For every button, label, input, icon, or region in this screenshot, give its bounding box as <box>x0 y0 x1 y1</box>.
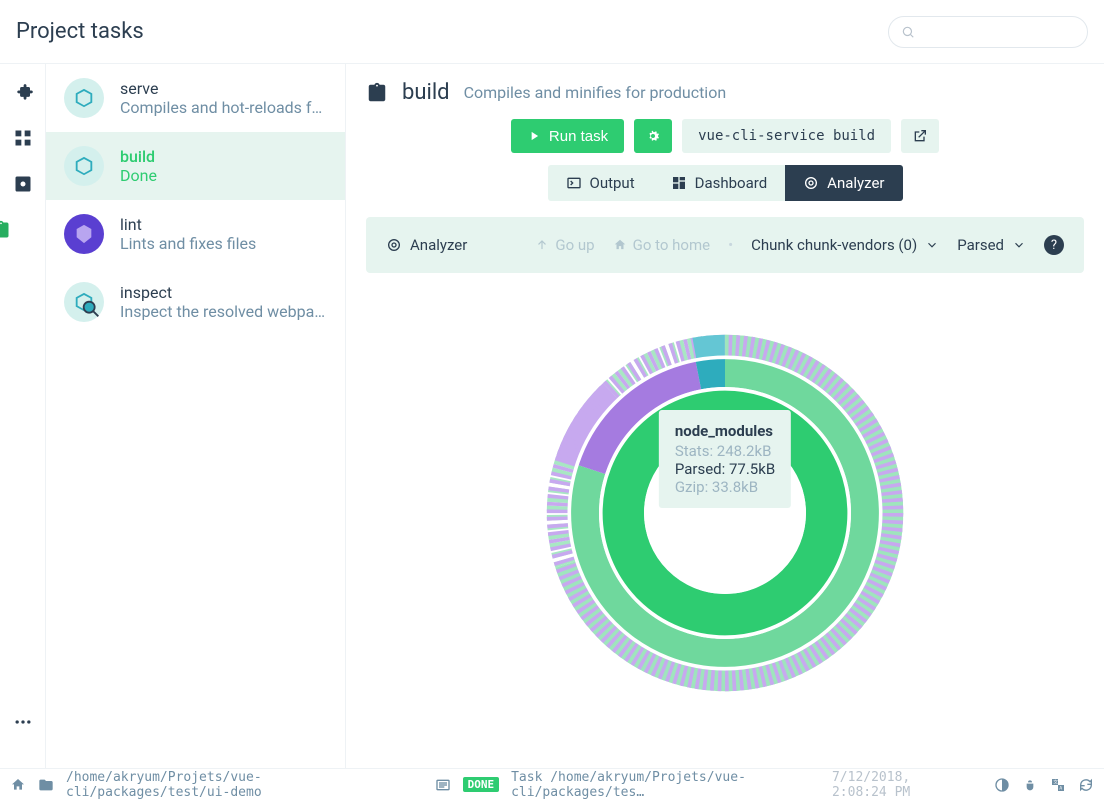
log-icon[interactable] <box>435 777 451 793</box>
timestamp: 7/12/2018, 2:08:24 PM <box>832 770 970 800</box>
task-message: Task /home/akryum/Projets/vue-cli/packag… <box>511 770 820 800</box>
tab-analyzer[interactable]: Analyzer <box>785 165 902 201</box>
command-display[interactable]: vue-cli-service build <box>682 119 891 153</box>
chevron-down-icon <box>925 238 939 252</box>
external-link-icon <box>912 128 928 144</box>
tab-output[interactable]: Output <box>548 165 653 201</box>
open-external-button[interactable] <box>901 119 939 153</box>
svg-text:A: A <box>1059 785 1062 791</box>
box-icon <box>64 146 104 186</box>
tooltip-gzip: Gzip: 33.8kB <box>675 478 775 496</box>
go-up-button[interactable]: Go up <box>535 236 594 254</box>
task-name: serve <box>120 79 327 98</box>
terminal-icon <box>566 175 582 191</box>
separator: • <box>728 236 733 254</box>
box-search-icon <box>64 282 104 322</box>
donut-icon <box>386 237 402 253</box>
tab-label: Analyzer <box>827 174 884 192</box>
task-desc: Inspect the resolved webpac… <box>120 302 327 321</box>
tab-label: Output <box>590 174 635 192</box>
analyzer-title: Analyzer <box>386 236 467 254</box>
task-inspect[interactable]: inspect Inspect the resolved webpac… <box>46 268 345 336</box>
gear-icon <box>645 128 661 144</box>
box-icon <box>64 78 104 118</box>
arrow-up-icon <box>535 238 549 252</box>
translate-icon[interactable]: 文A <box>1050 777 1066 793</box>
refresh-icon[interactable] <box>1078 777 1094 793</box>
home-icon <box>613 238 627 252</box>
play-icon <box>527 129 541 143</box>
tooltip-parsed: Parsed: 77.5kB <box>675 460 775 478</box>
tab-label: Dashboard <box>695 174 768 192</box>
task-lint[interactable]: lint Lints and fixes files <box>46 200 345 268</box>
settings-button[interactable] <box>634 119 672 153</box>
sunburst-chart[interactable] <box>545 333 905 693</box>
hexagon-icon <box>64 214 104 254</box>
task-desc: Compiles and hot-reloads fo… <box>120 98 327 117</box>
run-task-label: Run task <box>549 128 608 145</box>
status-badge: DONE <box>463 777 500 792</box>
run-task-button[interactable]: Run task <box>511 119 624 153</box>
chart-tooltip: node_modules Stats: 248.2kB Parsed: 77.5… <box>659 410 791 508</box>
task-name: build <box>120 147 157 166</box>
config-icon[interactable] <box>13 174 33 194</box>
tooltip-stats: Stats: 248.2kB <box>675 442 775 460</box>
home-icon[interactable] <box>10 777 26 793</box>
help-button[interactable]: ? <box>1044 235 1064 255</box>
plugins-icon[interactable] <box>13 82 33 102</box>
task-name: inspect <box>120 283 327 302</box>
bug-icon[interactable] <box>1022 777 1038 793</box>
contrast-icon[interactable] <box>994 777 1010 793</box>
tab-dashboard[interactable]: Dashboard <box>653 165 786 201</box>
chevron-down-icon <box>1012 238 1026 252</box>
page-title: Project tasks <box>16 19 888 44</box>
search-input[interactable] <box>888 16 1088 48</box>
clipboard-icon <box>366 82 388 104</box>
chunk-dropdown[interactable]: Chunk chunk-vendors (0) <box>751 236 939 254</box>
task-build[interactable]: build Done <box>46 132 345 200</box>
dashboard-icon <box>671 175 687 191</box>
go-home-button[interactable]: Go to home <box>613 236 710 254</box>
dependencies-icon[interactable] <box>13 128 33 148</box>
mode-dropdown[interactable]: Parsed <box>957 236 1026 254</box>
task-serve[interactable]: serve Compiles and hot-reloads fo… <box>46 64 345 132</box>
project-path: /home/akryum/Projets/vue-cli/packages/te… <box>66 770 395 800</box>
content-title: build <box>402 80 450 105</box>
content-subtitle: Compiles and minifies for production <box>464 83 727 102</box>
task-desc: Lints and fixes files <box>120 234 256 253</box>
donut-icon <box>803 175 819 191</box>
tooltip-title: node_modules <box>675 422 775 440</box>
task-name: lint <box>120 215 256 234</box>
task-desc: Done <box>120 166 157 185</box>
tasks-icon[interactable] <box>0 220 23 240</box>
folder-icon[interactable] <box>38 777 54 793</box>
more-icon[interactable] <box>13 712 33 732</box>
search-icon <box>901 25 915 39</box>
